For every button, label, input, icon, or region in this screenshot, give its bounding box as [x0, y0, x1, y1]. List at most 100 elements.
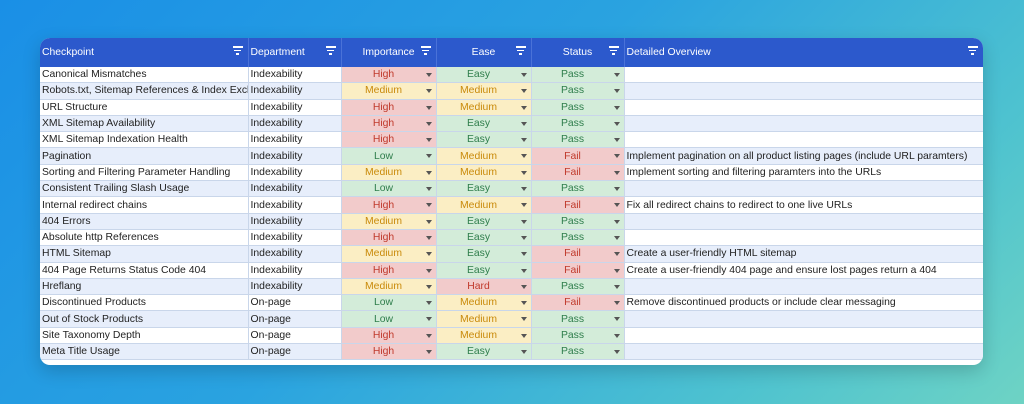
chevron-down-icon[interactable]: [520, 333, 527, 338]
chevron-down-icon[interactable]: [520, 187, 527, 192]
chevron-down-icon[interactable]: [425, 284, 432, 289]
chevron-down-icon[interactable]: [613, 235, 620, 240]
overview-cell[interactable]: Implement pagination on all product list…: [624, 147, 983, 165]
importance-dropdown[interactable]: Medium: [341, 213, 437, 230]
chevron-down-icon[interactable]: [520, 170, 527, 175]
chevron-down-icon[interactable]: [425, 138, 432, 143]
chevron-down-icon[interactable]: [613, 138, 620, 143]
chevron-down-icon[interactable]: [520, 73, 527, 77]
chevron-down-icon[interactable]: [425, 121, 432, 126]
department-cell[interactable]: Indexability: [248, 196, 342, 214]
department-cell[interactable]: Indexability: [248, 262, 342, 279]
department-cell[interactable]: On-page: [248, 343, 342, 361]
importance-dropdown[interactable]: Medium: [341, 82, 437, 100]
overview-cell[interactable]: [624, 213, 983, 230]
chevron-down-icon[interactable]: [425, 252, 432, 257]
chevron-down-icon[interactable]: [425, 89, 432, 94]
checkpoint-cell[interactable]: URL Structure: [40, 99, 249, 116]
checkpoint-cell[interactable]: XML Sitemap Availability: [40, 115, 249, 133]
overview-cell[interactable]: [624, 278, 983, 296]
overview-cell[interactable]: Remove discontinued products or include …: [624, 294, 983, 312]
chevron-down-icon[interactable]: [520, 252, 527, 257]
chevron-down-icon[interactable]: [613, 333, 620, 338]
chevron-down-icon[interactable]: [613, 284, 620, 289]
chevron-down-icon[interactable]: [520, 317, 527, 322]
status-dropdown[interactable]: Pass: [531, 115, 625, 133]
status-dropdown[interactable]: Pass: [531, 229, 625, 247]
filter-icon[interactable]: [608, 46, 619, 55]
chevron-down-icon[interactable]: [520, 301, 527, 306]
chevron-down-icon[interactable]: [613, 203, 620, 208]
chevron-down-icon[interactable]: [613, 89, 620, 94]
overview-cell[interactable]: Fix all redirect chains to redirect to o…: [624, 196, 983, 214]
chevron-down-icon[interactable]: [425, 170, 432, 175]
importance-dropdown[interactable]: Low: [341, 310, 437, 328]
department-cell[interactable]: On-page: [248, 310, 342, 328]
column-header-department[interactable]: Department: [248, 38, 342, 67]
overview-cell[interactable]: [624, 131, 983, 149]
status-dropdown[interactable]: Fail: [531, 262, 625, 279]
importance-dropdown[interactable]: High: [341, 262, 437, 279]
chevron-down-icon[interactable]: [613, 219, 620, 224]
chevron-down-icon[interactable]: [425, 268, 432, 273]
chevron-down-icon[interactable]: [613, 170, 620, 175]
chevron-down-icon[interactable]: [613, 317, 620, 322]
status-dropdown[interactable]: Fail: [531, 294, 625, 312]
importance-dropdown[interactable]: Medium: [341, 278, 437, 296]
overview-cell[interactable]: [624, 327, 983, 345]
ease-dropdown[interactable]: Medium: [436, 82, 532, 100]
chevron-down-icon[interactable]: [613, 105, 620, 110]
chevron-down-icon[interactable]: [520, 154, 527, 159]
importance-dropdown[interactable]: Medium: [341, 164, 437, 182]
importance-dropdown[interactable]: Medium: [341, 245, 437, 263]
column-header-status[interactable]: Status: [531, 38, 625, 67]
importance-dropdown[interactable]: High: [341, 131, 437, 149]
chevron-down-icon[interactable]: [613, 301, 620, 306]
department-cell[interactable]: Indexability: [248, 213, 342, 230]
chevron-down-icon[interactable]: [613, 121, 620, 126]
department-cell[interactable]: Indexability: [248, 147, 342, 165]
chevron-down-icon[interactable]: [613, 268, 620, 273]
importance-dropdown[interactable]: High: [341, 327, 437, 345]
importance-dropdown[interactable]: Low: [341, 147, 437, 165]
checkpoint-cell[interactable]: Absolute http References: [40, 229, 249, 247]
column-header-importance[interactable]: Importance: [341, 38, 437, 67]
status-dropdown[interactable]: Pass: [531, 67, 625, 84]
status-dropdown[interactable]: Pass: [531, 99, 625, 116]
ease-dropdown[interactable]: Medium: [436, 99, 532, 116]
status-dropdown[interactable]: Fail: [531, 147, 625, 165]
chevron-down-icon[interactable]: [425, 333, 432, 338]
ease-dropdown[interactable]: Medium: [436, 147, 532, 165]
filter-icon[interactable]: [325, 46, 336, 55]
status-dropdown[interactable]: Pass: [531, 131, 625, 149]
ease-dropdown[interactable]: Easy: [436, 245, 532, 263]
checkpoint-cell[interactable]: Consistent Trailing Slash Usage: [40, 180, 249, 198]
overview-cell[interactable]: [624, 180, 983, 198]
chevron-down-icon[interactable]: [425, 219, 432, 224]
chevron-down-icon[interactable]: [613, 187, 620, 192]
department-cell[interactable]: Indexability: [248, 115, 342, 133]
filter-icon[interactable]: [420, 46, 431, 55]
checkpoint-cell[interactable]: Sorting and Filtering Parameter Handling: [40, 164, 249, 182]
checkpoint-cell[interactable]: 404 Page Returns Status Code 404: [40, 262, 249, 279]
overview-cell[interactable]: [624, 115, 983, 133]
checkpoint-cell[interactable]: Hreflang: [40, 278, 249, 296]
overview-cell[interactable]: [624, 310, 983, 328]
importance-dropdown[interactable]: High: [341, 67, 437, 84]
overview-cell[interactable]: Implement sorting and filtering paramter…: [624, 164, 983, 182]
chevron-down-icon[interactable]: [425, 203, 432, 208]
chevron-down-icon[interactable]: [520, 203, 527, 208]
checkpoint-cell[interactable]: Discontinued Products: [40, 294, 249, 312]
department-cell[interactable]: Indexability: [248, 164, 342, 182]
department-cell[interactable]: Indexability: [248, 180, 342, 198]
status-dropdown[interactable]: Pass: [531, 180, 625, 198]
status-dropdown[interactable]: Fail: [531, 164, 625, 182]
chevron-down-icon[interactable]: [520, 138, 527, 143]
status-dropdown[interactable]: Pass: [531, 310, 625, 328]
department-cell[interactable]: Indexability: [248, 131, 342, 149]
overview-cell[interactable]: Create a user-friendly 404 page and ensu…: [624, 262, 983, 279]
ease-dropdown[interactable]: Easy: [436, 67, 532, 84]
chevron-down-icon[interactable]: [520, 235, 527, 240]
ease-dropdown[interactable]: Easy: [436, 180, 532, 198]
chevron-down-icon[interactable]: [425, 154, 432, 159]
